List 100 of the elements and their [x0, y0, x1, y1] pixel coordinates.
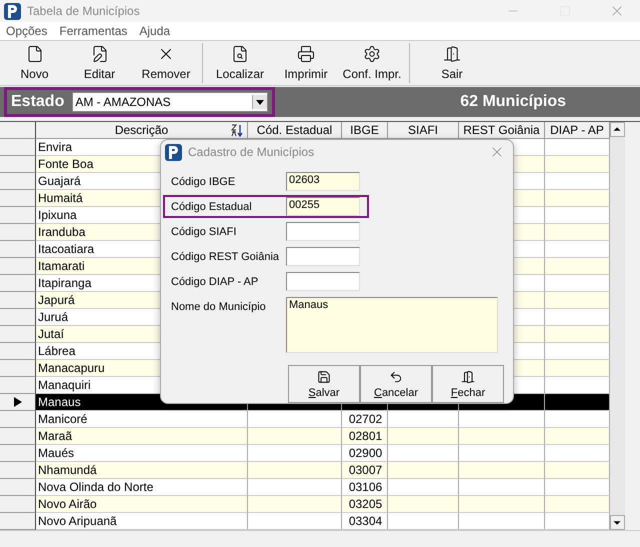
- row-indicator: [0, 207, 36, 224]
- table-cell: [545, 292, 610, 310]
- table-cell: [545, 156, 610, 174]
- table-cell: Maraã: [36, 428, 248, 446]
- table-cell: 03205: [342, 496, 388, 514]
- row-indicator: [0, 428, 36, 446]
- table-cell: [545, 394, 610, 412]
- state-dropdown[interactable]: AM - AMAZONAS: [72, 92, 268, 112]
- table-cell: Nova Olinda do Norte: [36, 479, 248, 496]
- table-cell: [545, 496, 610, 514]
- table-cell: [545, 207, 610, 224]
- row-indicator: [0, 309, 36, 326]
- table-cell: [388, 496, 459, 514]
- app-logo-icon: [4, 2, 21, 20]
- table-cell: [545, 513, 610, 530]
- municipality-count: 62 Municípios: [460, 93, 566, 112]
- scroll-down-icon[interactable]: [610, 515, 625, 530]
- column-header[interactable]: REST Goiânia: [459, 122, 545, 140]
- field-label: Código SIAFI: [171, 226, 238, 238]
- table-cell: Manicoré: [36, 411, 248, 428]
- toolbar-button[interactable]: Conf. Impr.: [337, 42, 407, 84]
- input-field[interactable]: 02603: [286, 172, 360, 192]
- row-indicator: [0, 224, 36, 242]
- input-field[interactable]: [286, 247, 360, 266]
- table-cell: [545, 360, 610, 378]
- toolbar-button[interactable]: Novo: [2, 42, 67, 84]
- input-field[interactable]: [286, 272, 360, 292]
- printer-icon: [297, 44, 315, 63]
- toolbar-button[interactable]: Sair: [412, 42, 492, 84]
- row-indicator: [0, 241, 36, 258]
- dialog-button[interactable]: Cancelar: [360, 365, 432, 404]
- undo-icon: [389, 370, 403, 384]
- table-cell: Novo Aripuanã: [36, 513, 248, 530]
- column-header[interactable]: SIAFI: [388, 122, 459, 140]
- row-indicator: [0, 445, 36, 462]
- table-cell: [545, 258, 610, 276]
- table-cell: 02702: [342, 411, 388, 428]
- menu-item[interactable]: Opções: [0, 24, 54, 38]
- row-indicator: [0, 258, 36, 276]
- current-row-icon: [14, 397, 22, 408]
- table-cell: [545, 241, 610, 258]
- row-indicator: [0, 479, 36, 496]
- table-cell: [545, 445, 610, 462]
- column-header[interactable]: DIAP - AP: [545, 122, 610, 140]
- table-cell: Novo Airão: [36, 496, 248, 514]
- table-cell: [545, 139, 610, 156]
- dialog-button[interactable]: Fechar: [432, 365, 504, 404]
- input-field[interactable]: [286, 222, 360, 242]
- gear-icon: [363, 44, 381, 63]
- menu-item[interactable]: Ferramentas: [53, 24, 134, 38]
- sort-icon[interactable]: [231, 124, 243, 138]
- column-header[interactable]: Descrição: [36, 122, 248, 140]
- column-header[interactable]: IBGE: [342, 122, 388, 140]
- table-cell: 02801: [342, 428, 388, 446]
- dialog-button[interactable]: Salvar: [288, 365, 360, 404]
- table-cell: [545, 428, 610, 446]
- row-indicator: [0, 343, 36, 360]
- state-label: Estado: [11, 93, 64, 112]
- input-field[interactable]: 00255: [286, 197, 360, 216]
- text-area[interactable]: Manaus: [286, 297, 498, 354]
- field-label: Código IBGE: [171, 176, 236, 188]
- table-cell: [388, 445, 459, 462]
- scroll-up-icon[interactable]: [610, 122, 625, 138]
- table-cell: [545, 479, 610, 496]
- table-cell: [545, 190, 610, 208]
- table-cell: [545, 275, 610, 292]
- table-cell: 03007: [342, 462, 388, 480]
- table-cell: [388, 428, 459, 446]
- row-indicator: [0, 139, 36, 156]
- row-indicator: [0, 173, 36, 190]
- table-cell: [388, 513, 459, 530]
- row-indicator: [0, 292, 36, 310]
- row-indicator: [0, 190, 36, 208]
- row-indicator: [0, 462, 36, 480]
- table-cell: 02900: [342, 445, 388, 462]
- table-cell: [545, 411, 610, 428]
- search-document-icon: [231, 44, 249, 63]
- row-indicator: [0, 326, 36, 344]
- row-indicator: [0, 275, 36, 292]
- table-cell: 03304: [342, 513, 388, 530]
- table-cell: [545, 224, 610, 242]
- table-cell: [545, 309, 610, 326]
- table-cell: [545, 326, 610, 344]
- vertical-scrollbar[interactable]: [610, 122, 625, 530]
- caret-icon: [252, 95, 268, 110]
- edit-document-icon: [90, 44, 108, 63]
- toolbar-button[interactable]: Localizar: [205, 42, 275, 84]
- table-cell: 03106: [342, 479, 388, 496]
- column-header[interactable]: Cód. Estadual: [248, 122, 342, 140]
- document-icon: [26, 44, 44, 63]
- door-icon: [461, 370, 475, 384]
- row-indicator: [0, 360, 36, 378]
- table-cell: [545, 343, 610, 360]
- toolbar-button[interactable]: Editar: [67, 42, 132, 84]
- menu-item[interactable]: Ajuda: [133, 24, 176, 38]
- toolbar-button[interactable]: Imprimir: [275, 42, 337, 84]
- toolbar-button[interactable]: Remover: [132, 42, 200, 84]
- table-cell: [545, 462, 610, 480]
- table-cell: [388, 411, 459, 428]
- table-cell: Maués: [36, 445, 248, 462]
